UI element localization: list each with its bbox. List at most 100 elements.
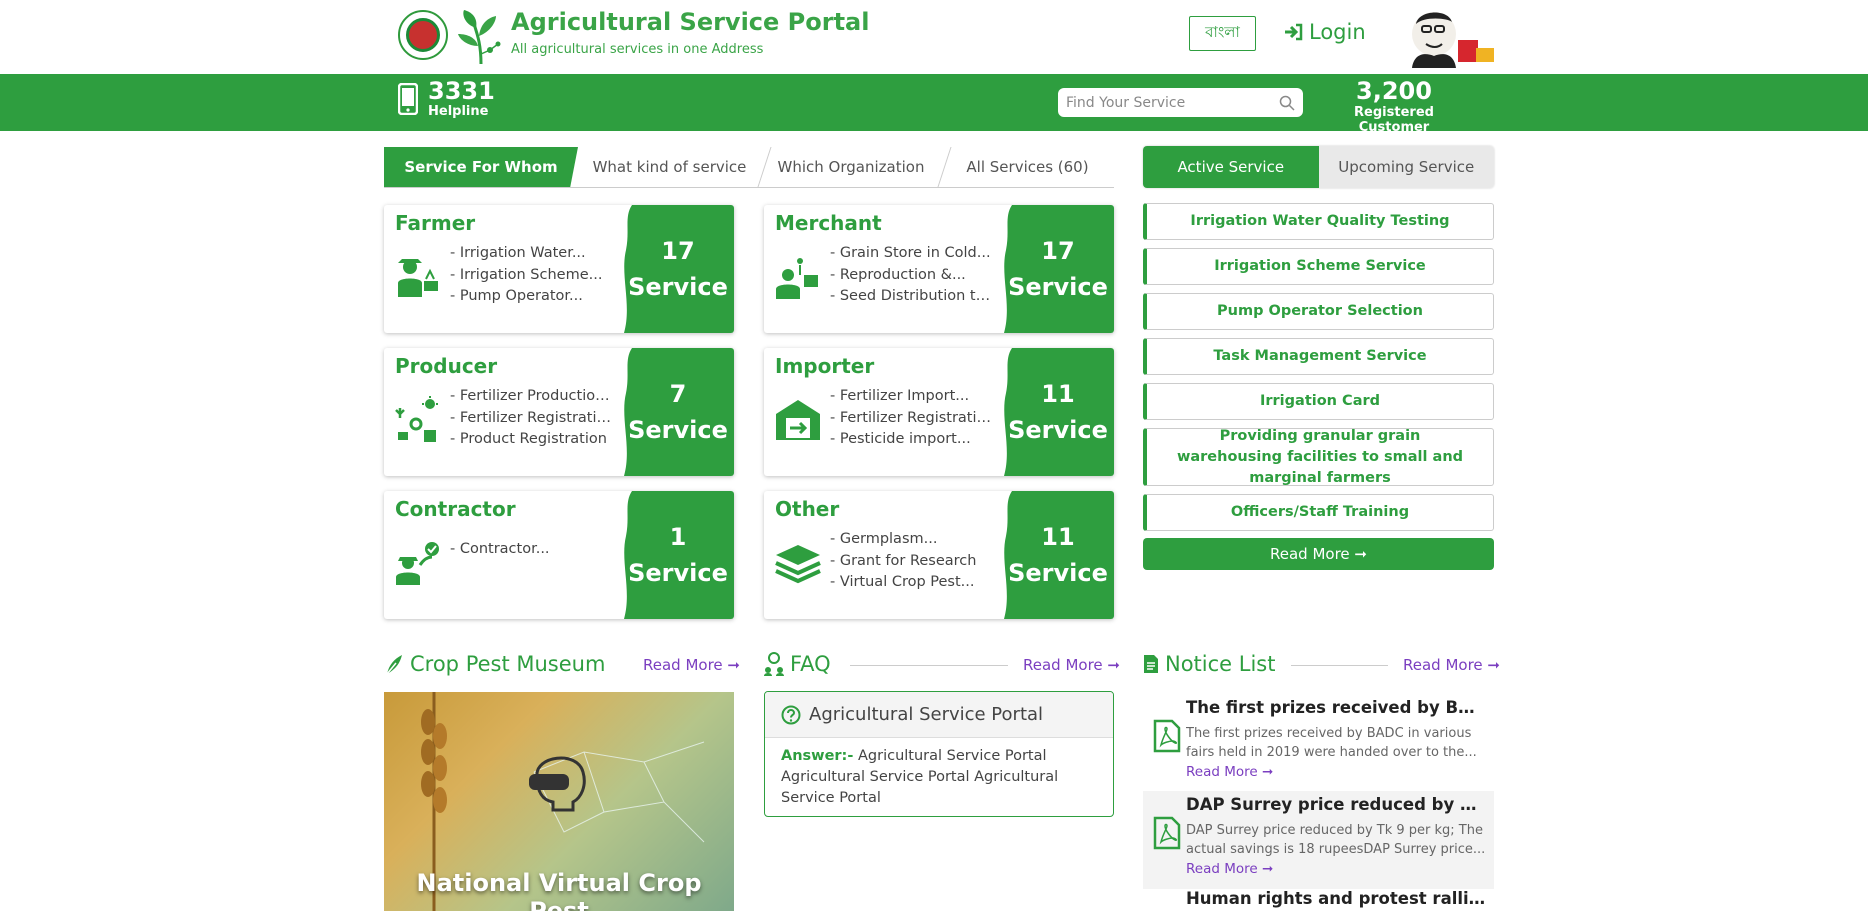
question-circle-icon <box>781 705 801 724</box>
contractor-icon <box>396 542 439 585</box>
service-unit: Service <box>1008 559 1108 587</box>
notice-item-title[interactable]: The first prizes received by BADC in... <box>1186 698 1486 717</box>
list-item: - Pesticide import... <box>830 431 971 447</box>
sign-in-icon <box>1285 23 1303 41</box>
list-item: - Contractor... <box>450 541 550 557</box>
list-item: - Germplasm... <box>830 531 938 547</box>
helpline-label: Helpline <box>428 104 489 119</box>
notice-item-description: The first prizes received by BADC in var… <box>1186 726 1477 760</box>
tab-active-service[interactable]: Active Service <box>1143 146 1319 188</box>
faq-question[interactable]: Agricultural Service Portal <box>765 692 1113 738</box>
list-item: - Irrigation Scheme... <box>450 266 603 283</box>
service-card-contractor[interactable]: Contractor - Contractor... 1 Service <box>384 491 734 619</box>
list-item: - Fertilizer Registratio... <box>450 409 618 426</box>
tab-what-kind-of-service[interactable]: What kind of service <box>578 147 772 187</box>
list-item: - Seed Distribution to... <box>830 288 998 304</box>
card-service-list: - Contractor... <box>450 539 618 561</box>
active-service-item[interactable]: Irrigation Card <box>1143 383 1494 420</box>
mobile-phone-icon <box>398 82 418 115</box>
list-item: - Fertilizer Registratio... <box>830 409 998 426</box>
active-service-item[interactable]: Irrigation Water Quality Testing <box>1143 203 1494 240</box>
notice-item[interactable]: DAP Surrey price reduced by Tk 9 p... DA… <box>1143 791 1494 889</box>
tab-service-for-whom[interactable]: Service For Whom <box>384 147 578 187</box>
service-unit: Service <box>1008 273 1108 301</box>
service-card-importer[interactable]: Importer - Fertilizer Import... - Fertil… <box>764 348 1114 476</box>
pdf-file-icon <box>1153 719 1181 753</box>
service-count-badge: 11 Service <box>1002 491 1114 619</box>
helpline[interactable]: 3331 Helpline <box>398 78 495 119</box>
faq-title: FAQ <box>790 652 831 676</box>
service-card-other[interactable]: Other - Germplasm... - Grant for Researc… <box>764 491 1114 619</box>
service-card-merchant[interactable]: Merchant - Grain Store in Cold... - Repr… <box>764 205 1114 333</box>
active-service-item[interactable]: Task Management Service <box>1143 338 1494 375</box>
active-service-item[interactable]: Providing granular grain warehousing fac… <box>1143 428 1494 486</box>
list-item: - Irrigation Water... <box>450 245 586 261</box>
faq-answer: Answer:- Agricultural Service Portal Agr… <box>765 738 1113 816</box>
tab-which-organization[interactable]: Which Organization <box>761 147 952 187</box>
list-item: - Pump Operator... <box>450 288 583 304</box>
notice-item-title[interactable]: Human rights and protest rallies... <box>1186 890 1486 908</box>
helpline-number: 3331 <box>428 77 495 105</box>
notice-read-more-link[interactable]: Read More ➞ <box>1403 656 1500 674</box>
document-icon <box>1144 655 1158 673</box>
card-service-list: - Irrigation Water... - Irrigation Schem… <box>450 243 618 308</box>
service-unit: Service <box>628 559 728 587</box>
login-link[interactable]: Login <box>1283 20 1366 44</box>
merchant-icon <box>776 258 818 299</box>
tab-label: Which Organization <box>777 158 925 176</box>
info-bar: 3331 Helpline 3,200 Registered Customer <box>0 74 1868 135</box>
faq-people-icon <box>764 652 784 676</box>
card-service-list: - Fertilizer Import... - Fertilizer Regi… <box>830 386 998 451</box>
notice-item[interactable]: The first prizes received by BADC in... … <box>1143 694 1494 792</box>
service-count: 11 <box>1041 523 1075 551</box>
tab-all-services[interactable]: All Services (60) <box>941 147 1114 187</box>
faq-divider <box>850 665 1008 666</box>
notice-section-title: Notice List <box>1143 652 1275 676</box>
notice-item[interactable]: Human rights and protest rallies... <box>1143 890 1494 911</box>
service-count-badge: 17 Service <box>1002 205 1114 333</box>
tab-label: What kind of service <box>592 158 747 176</box>
service-card-producer[interactable]: Producer - Fertilizer Production... - Fe… <box>384 348 734 476</box>
service-search-input[interactable] <box>1066 94 1266 111</box>
active-service-item[interactable]: Irrigation Scheme Service <box>1143 248 1494 285</box>
notice-item-title[interactable]: DAP Surrey price reduced by Tk 9 p... <box>1186 795 1486 814</box>
customers-label: Registered Customer <box>1354 105 1434 135</box>
museum-section-title: Crop Pest Museum <box>384 652 605 676</box>
government-logo[interactable] <box>398 10 448 60</box>
portal-subtitle: All agricultural services in one Address <box>511 42 764 57</box>
service-count: 7 <box>669 380 687 408</box>
active-service-item[interactable]: Officers/Staff Training <box>1143 494 1494 531</box>
virtual-museum-banner[interactable]: National Virtual Crop Pest <box>384 692 734 911</box>
vr-headset-icon <box>529 756 586 812</box>
farmer-icon <box>398 259 438 297</box>
list-item: - Fertilizer Production... <box>450 388 618 404</box>
login-label: Login <box>1309 20 1366 44</box>
service-count-badge: 11 Service <box>1002 348 1114 476</box>
tab-upcoming-service[interactable]: Upcoming Service <box>1318 146 1494 188</box>
list-item: - Virtual Crop Pest... <box>830 574 975 590</box>
list-item: - Grain Store in Cold... <box>830 245 991 261</box>
layers-icon <box>775 545 821 584</box>
faq-item[interactable]: Agricultural Service Portal Answer:- Agr… <box>764 691 1114 817</box>
card-title: Contractor <box>395 497 516 521</box>
faq-read-more-link[interactable]: Read More ➞ <box>1023 656 1120 674</box>
card-service-list: - Fertilizer Production... - Fertilizer … <box>450 386 618 451</box>
faq-section-title: FAQ <box>764 652 831 676</box>
service-count: 17 <box>661 237 695 265</box>
notice-item-read-more[interactable]: Read More ➞ <box>1186 861 1273 877</box>
pdf-file-icon <box>1153 816 1181 850</box>
notice-item-description: DAP Surrey price reduced by Tk 9 per kg;… <box>1186 823 1486 857</box>
warehouse-icon <box>776 400 820 440</box>
museum-caption: National Virtual Crop Pest <box>416 869 702 911</box>
museum-read-more-link[interactable]: Read More ➞ <box>643 656 740 674</box>
search-icon[interactable] <box>1279 95 1295 111</box>
active-service-item[interactable]: Pump Operator Selection <box>1143 293 1494 330</box>
notice-item-read-more[interactable]: Read More ➞ <box>1186 764 1273 780</box>
portal-plant-logo[interactable] <box>456 6 506 66</box>
language-toggle-button[interactable]: বাংলা <box>1189 16 1256 51</box>
service-search-box[interactable] <box>1058 88 1303 117</box>
card-title: Other <box>775 497 840 521</box>
service-card-farmer[interactable]: Farmer - Irrigation Water... - Irrigatio… <box>384 205 734 333</box>
services-read-more-button[interactable]: Read More ➞ <box>1143 538 1494 570</box>
card-service-list: - Grain Store in Cold... - Reproduction … <box>830 243 998 308</box>
